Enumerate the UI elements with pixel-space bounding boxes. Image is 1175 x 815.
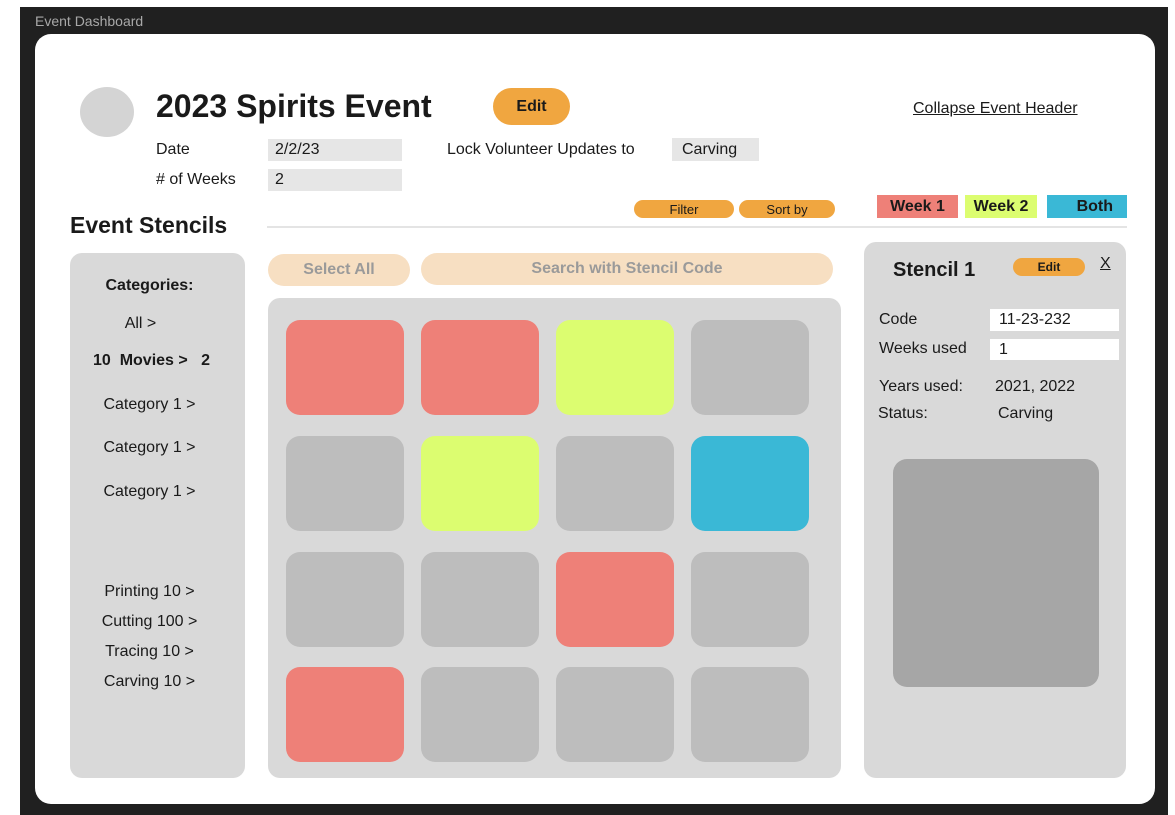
window-title: Event Dashboard [35, 13, 144, 29]
legend-week-2: Week 2 [965, 195, 1037, 218]
sort-by-button[interactable]: Sort by [739, 200, 835, 218]
stencil-tile[interactable] [286, 436, 404, 531]
weeks-used-field[interactable]: 1 [990, 339, 1119, 360]
code-label: Code [879, 311, 918, 328]
stencil-tile[interactable] [286, 320, 404, 415]
event-title: 2023 Spirits Event [156, 88, 432, 124]
edit-event-button[interactable]: Edit [493, 88, 570, 125]
stencil-tile[interactable] [691, 320, 809, 415]
stage-printing[interactable]: Printing 10 > [62, 583, 237, 601]
stencil-title: Stencil 1 [893, 259, 976, 281]
legend-week-1: Week 1 [877, 195, 958, 218]
stencil-detail-panel: Stencil 1 Edit X Code 11-23-232 Weeks us… [864, 242, 1126, 778]
select-all-button[interactable]: Select All [268, 254, 410, 286]
section-divider [267, 226, 1127, 228]
stencil-tile[interactable] [286, 667, 404, 762]
stencil-tile[interactable] [691, 436, 809, 531]
weeks-used-label: Weeks used [879, 340, 967, 357]
stage-cutting[interactable]: Cutting 100 > [62, 613, 237, 631]
status-label: Status: [878, 405, 928, 422]
legend-both: Both [1047, 195, 1127, 218]
stencil-tile[interactable] [556, 320, 674, 415]
category-item[interactable]: Category 1 > [62, 396, 237, 414]
close-panel-button[interactable]: X [1100, 255, 1111, 273]
stencil-grid [268, 298, 841, 778]
stencil-tile[interactable] [691, 552, 809, 647]
stencil-tile[interactable] [421, 552, 539, 647]
date-field[interactable]: 2/2/23 [268, 139, 402, 161]
code-field[interactable]: 11-23-232 [990, 309, 1119, 331]
stencil-preview-image [893, 459, 1099, 687]
lock-volunteer-select[interactable]: Carving [672, 138, 759, 161]
event-avatar [80, 87, 134, 137]
years-used-label: Years used: [879, 378, 963, 395]
stencil-tile[interactable] [421, 320, 539, 415]
stencil-tile[interactable] [556, 552, 674, 647]
filter-button[interactable]: Filter [634, 200, 734, 218]
lock-volunteer-label: Lock Volunteer Updates to [447, 141, 635, 158]
categories-heading: Categories: [105, 277, 194, 294]
stencil-tile[interactable] [691, 667, 809, 762]
categories-sidebar: Categories: All > 10 Movies > 2 Category… [70, 253, 245, 778]
stencil-tile[interactable] [556, 667, 674, 762]
category-movies[interactable]: 10 Movies > 2 [64, 352, 239, 370]
stencil-tile[interactable] [286, 552, 404, 647]
weeks-field[interactable]: 2 [268, 169, 402, 191]
status-value: Carving [998, 405, 1054, 422]
stage-carving[interactable]: Carving 10 > [62, 673, 237, 691]
edit-stencil-button[interactable]: Edit [1013, 258, 1085, 276]
category-item[interactable]: Category 1 > [62, 439, 237, 457]
stencil-tile[interactable] [421, 667, 539, 762]
date-label: Date [156, 141, 190, 158]
stencil-tile[interactable] [421, 436, 539, 531]
stage-tracing[interactable]: Tracing 10 > [62, 643, 237, 661]
stencil-code-search[interactable]: Search with Stencil Code [421, 253, 833, 285]
years-used-value: 2021, 2022 [995, 378, 1076, 395]
stencil-tile[interactable] [556, 436, 674, 531]
weeks-label: # of Weeks [156, 171, 236, 188]
event-stencils-heading: Event Stencils [70, 212, 228, 238]
category-all[interactable]: All > [53, 315, 228, 333]
collapse-header-link[interactable]: Collapse Event Header [913, 100, 1078, 118]
category-item[interactable]: Category 1 > [62, 483, 237, 501]
